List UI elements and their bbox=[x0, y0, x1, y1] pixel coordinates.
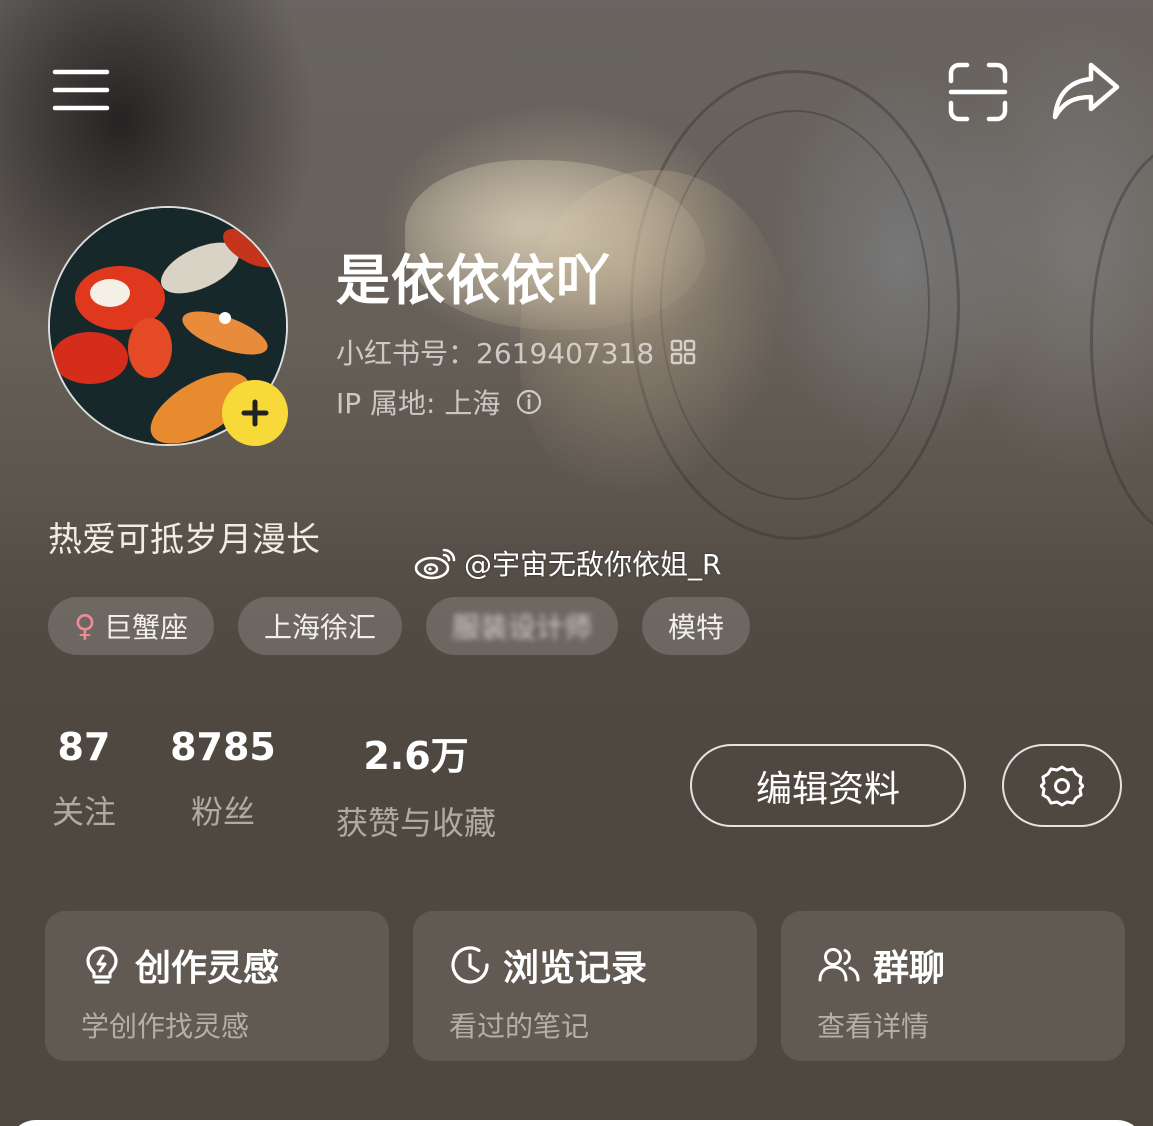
add-avatar-button[interactable] bbox=[222, 380, 288, 446]
tag-label: 上海徐汇 bbox=[264, 611, 377, 644]
card-subtitle: 学创作找灵感 bbox=[81, 1010, 250, 1043]
likes-count: 2.6万 bbox=[363, 734, 469, 778]
tag-occupation[interactable]: 服装设计师 bbox=[426, 597, 619, 655]
card-subtitle: 看过的笔记 bbox=[449, 1010, 590, 1043]
plus-icon bbox=[241, 399, 269, 427]
bio-text[interactable]: 热爱可抵岁月漫长 bbox=[48, 512, 320, 561]
browsing-history-card[interactable]: 浏览记录 看过的笔记 bbox=[413, 911, 757, 1061]
weibo-watermark: @宇宙无敌你依姐_R bbox=[414, 543, 721, 583]
group-icon bbox=[818, 948, 860, 982]
stat-following[interactable]: 87 关注 bbox=[48, 725, 120, 833]
menu-button[interactable] bbox=[48, 62, 114, 118]
qr-code-icon[interactable] bbox=[670, 339, 696, 365]
ip-location-text: IP 属地: 上海 bbox=[336, 387, 501, 420]
tag-list: ♀ 巨蟹座 上海徐汇 服装设计师 模特 bbox=[48, 597, 751, 655]
following-count: 87 bbox=[57, 725, 111, 769]
stat-fans[interactable]: 8785 粉丝 bbox=[170, 725, 276, 833]
group-chat-card[interactable]: 群聊 查看详情 bbox=[781, 911, 1125, 1061]
ip-location-row[interactable]: IP 属地: 上海 bbox=[336, 382, 542, 422]
tag-label: 服装设计师 bbox=[452, 611, 593, 644]
username: 是依依依吖 bbox=[336, 249, 611, 312]
tag-zodiac[interactable]: ♀ 巨蟹座 bbox=[48, 597, 214, 655]
stat-likes[interactable]: 2.6万 获赞与收藏 bbox=[326, 725, 506, 844]
card-title: 群聊 bbox=[873, 948, 946, 989]
menu-icon bbox=[52, 69, 110, 111]
user-id-row[interactable]: 小红书号：2619407318 bbox=[336, 332, 696, 372]
tag-label: 模特 bbox=[668, 611, 725, 644]
edit-profile-button[interactable]: 编辑资料 bbox=[690, 744, 966, 827]
tag-model[interactable]: 模特 bbox=[642, 597, 751, 655]
watermark-text: @宇宙无敌你依姐_R bbox=[464, 548, 722, 581]
fans-count: 8785 bbox=[170, 725, 276, 769]
tag-location[interactable]: 上海徐汇 bbox=[238, 597, 403, 655]
tag-label: 巨蟹座 bbox=[103, 611, 188, 644]
female-icon: ♀ bbox=[74, 608, 96, 644]
likes-label: 获赞与收藏 bbox=[335, 804, 496, 842]
weibo-icon bbox=[414, 548, 456, 580]
share-icon bbox=[1052, 62, 1120, 120]
user-id-text: 小红书号：2619407318 bbox=[336, 337, 655, 370]
fans-label: 粉丝 bbox=[190, 793, 255, 831]
top-bar bbox=[0, 0, 1153, 180]
share-button[interactable] bbox=[1050, 58, 1122, 122]
gear-icon bbox=[1040, 765, 1084, 806]
content-sheet-edge bbox=[8, 1120, 1145, 1126]
clock-icon bbox=[451, 946, 489, 984]
card-title: 浏览记录 bbox=[503, 948, 648, 989]
lightbulb-icon bbox=[86, 946, 118, 984]
card-subtitle: 查看详情 bbox=[817, 1010, 930, 1043]
following-label: 关注 bbox=[51, 793, 116, 831]
info-icon[interactable] bbox=[516, 389, 542, 415]
card-title: 创作灵感 bbox=[135, 948, 280, 989]
creative-inspiration-card[interactable]: 创作灵感 学创作找灵感 bbox=[45, 911, 389, 1061]
scan-button[interactable] bbox=[944, 60, 1012, 124]
settings-button[interactable] bbox=[1002, 744, 1122, 827]
scan-icon bbox=[948, 62, 1008, 122]
